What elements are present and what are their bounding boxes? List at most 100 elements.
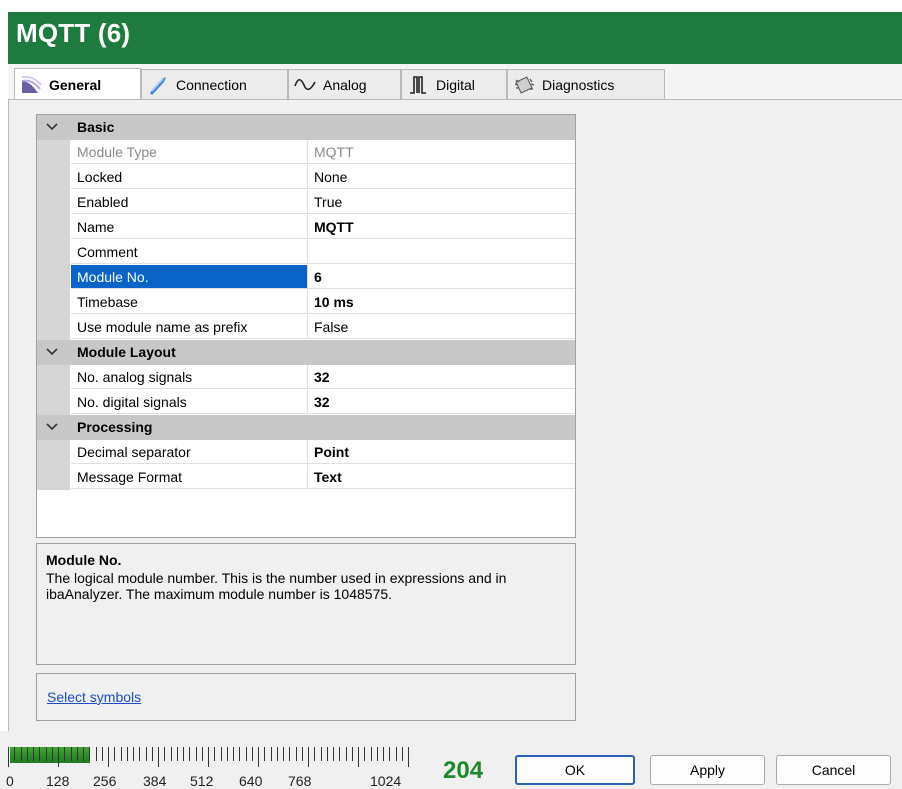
scale-tick <box>346 747 347 761</box>
tab-digital[interactable]: Digital <box>401 69 507 99</box>
scale-tick <box>296 747 297 761</box>
help-title: Module No. <box>46 552 122 568</box>
property-value[interactable]: True <box>308 190 575 214</box>
scale-tick <box>39 747 40 761</box>
tab-analog[interactable]: Analog <box>288 69 401 99</box>
property-name: Name <box>71 215 308 239</box>
chip-icon <box>512 74 536 96</box>
chevron-down-icon[interactable] <box>45 419 59 433</box>
property-row[interactable]: Message Format Text <box>37 465 575 490</box>
scale-tick <box>139 747 140 761</box>
property-grid[interactable]: Basic Module Type MQTT Locked None Enabl… <box>36 114 576 538</box>
property-row-selected[interactable]: Module No. 6 <box>37 265 575 290</box>
property-value[interactable]: Text <box>308 465 575 489</box>
scale-tick <box>108 747 109 767</box>
property-value[interactable] <box>308 240 575 264</box>
property-value[interactable]: 32 <box>308 390 575 414</box>
tab-digital-label: Digital <box>436 76 475 93</box>
property-row[interactable]: Timebase 10 ms <box>37 290 575 315</box>
property-name: Comment <box>71 240 308 264</box>
scale-tick <box>389 747 390 761</box>
scale-tick <box>277 747 278 761</box>
chevron-down-icon[interactable] <box>45 344 59 358</box>
window-title: MQTT (6) <box>16 18 131 48</box>
select-symbols-link[interactable]: Select symbols <box>47 689 141 705</box>
scale-label: 384 <box>143 773 167 789</box>
scale-tick <box>183 747 184 761</box>
usage-fill-bar <box>10 747 90 763</box>
property-row[interactable]: Module Type MQTT <box>37 140 575 165</box>
scale-tick <box>33 747 34 761</box>
apply-button[interactable]: Apply <box>650 755 765 785</box>
property-name: Decimal separator <box>71 440 308 464</box>
scale-label: 0 <box>6 773 14 789</box>
property-row[interactable]: Use module name as prefix False <box>37 315 575 340</box>
property-name: Message Format <box>71 465 308 489</box>
connection-icon <box>146 74 170 96</box>
property-name: Enabled <box>71 190 308 214</box>
digital-pulse-icon <box>406 74 430 96</box>
scale-tick <box>283 747 284 761</box>
property-value[interactable]: 10 ms <box>308 290 575 314</box>
scale-tick <box>71 747 72 761</box>
scale-tick <box>321 747 322 761</box>
property-row[interactable]: Enabled True <box>37 190 575 215</box>
scale-tick <box>171 747 172 761</box>
scale-tick <box>127 747 128 761</box>
scale-label: 640 <box>239 773 263 789</box>
property-row[interactable]: No. analog signals 32 <box>37 365 575 390</box>
tab-general-label: General <box>49 76 102 93</box>
scale-tick <box>46 747 47 761</box>
scale-tick <box>27 747 28 761</box>
category-module-layout[interactable]: Module Layout <box>37 340 575 365</box>
property-value[interactable]: None <box>308 165 575 189</box>
scale-tick <box>208 747 209 767</box>
property-value[interactable]: 32 <box>308 365 575 389</box>
scale-tick <box>264 747 265 761</box>
category-basic[interactable]: Basic <box>37 115 575 140</box>
scale-tick <box>271 747 272 761</box>
tab-general[interactable]: General <box>14 68 141 100</box>
scale-tick <box>177 747 178 761</box>
scale-tick <box>102 747 103 761</box>
scale-tick <box>96 747 97 761</box>
property-value[interactable]: 6 <box>308 265 575 289</box>
property-name: Use module name as prefix <box>71 315 308 339</box>
property-value[interactable]: MQTT <box>308 215 575 239</box>
property-value[interactable]: False <box>308 315 575 339</box>
scale-tick <box>133 747 134 761</box>
property-row[interactable]: No. digital signals 32 <box>37 390 575 415</box>
scale-tick <box>252 747 253 761</box>
tab-connection-label: Connection <box>176 76 247 93</box>
property-value[interactable]: Point <box>308 440 575 464</box>
help-description: The logical module number. This is the n… <box>46 570 507 602</box>
scale-tick <box>308 747 309 767</box>
property-row[interactable]: Decimal separator Point <box>37 440 575 465</box>
cancel-button[interactable]: Cancel <box>776 755 891 785</box>
property-row[interactable]: Locked None <box>37 165 575 190</box>
scale-tick <box>221 747 222 761</box>
commands-panel: Select symbols <box>36 673 576 721</box>
signal-usage-value: 204 <box>443 757 484 784</box>
scale-tick <box>364 747 365 761</box>
scale-tick <box>58 747 59 767</box>
scale-tick <box>358 747 359 767</box>
scale-tick <box>158 747 159 767</box>
chevron-down-icon[interactable] <box>45 119 59 133</box>
scale-label: 768 <box>288 773 312 789</box>
scale-tick <box>89 747 90 761</box>
category-processing[interactable]: Processing <box>37 415 575 440</box>
scale-tick <box>352 747 353 761</box>
property-name: No. analog signals <box>71 365 308 389</box>
scale-tick <box>21 747 22 761</box>
tab-connection[interactable]: Connection <box>141 69 288 99</box>
property-row[interactable]: Name MQTT <box>37 215 575 240</box>
signal-usage-gauge: 0 128 256 384 512 640 768 1024 <box>6 743 410 789</box>
scale-tick <box>77 747 78 761</box>
property-name: Timebase <box>71 290 308 314</box>
property-row[interactable]: Comment <box>37 240 575 265</box>
scale-tick <box>8 747 9 767</box>
tab-diagnostics[interactable]: Diagnostics <box>507 69 665 99</box>
ok-button[interactable]: OK <box>515 755 635 785</box>
scale-tick <box>402 747 403 761</box>
